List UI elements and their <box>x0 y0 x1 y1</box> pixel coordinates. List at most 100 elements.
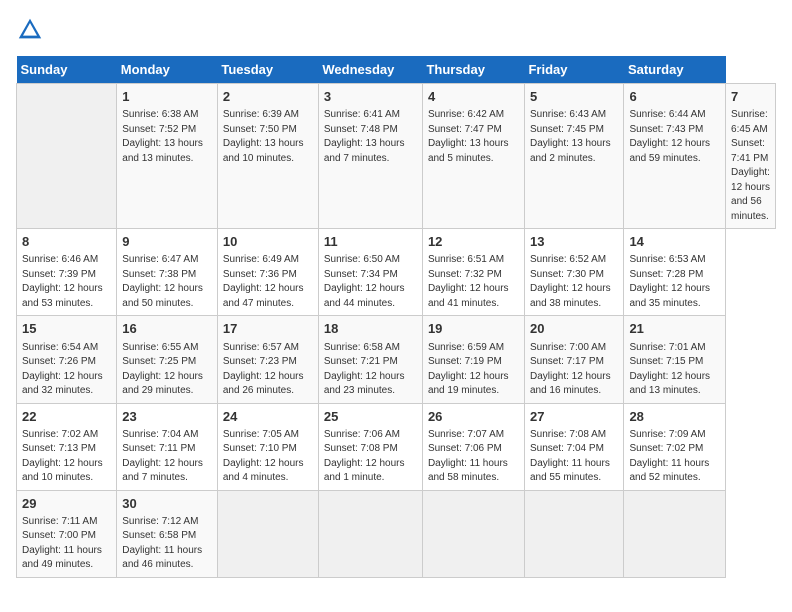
header-row: SundayMondayTuesdayWednesdayThursdayFrid… <box>17 56 776 84</box>
day-cell: 30 Sunrise: 7:12 AM Sunset: 6:58 PM Dayli… <box>117 490 218 577</box>
day-number: 3 <box>324 88 417 106</box>
header-cell-friday: Friday <box>524 56 623 84</box>
day-info: Sunrise: 6:51 AM Sunset: 7:32 PM Dayligh… <box>428 253 519 311</box>
header-cell-tuesday: Tuesday <box>217 56 318 84</box>
header-cell-thursday: Thursday <box>422 56 524 84</box>
day-number: 18 <box>324 320 417 338</box>
day-info: Sunrise: 6:57 AM Sunset: 7:23 PM Dayligh… <box>223 341 313 399</box>
day-cell: 1Sunrise: 6:38 AM Sunset: 7:52 PM Daylig… <box>117 84 218 229</box>
day-cell: 5 Sunrise: 6:43 AM Sunset: 7:45 PM Daylig… <box>524 84 623 229</box>
day-cell: 4 Sunrise: 6:42 AM Sunset: 7:47 PM Daylig… <box>422 84 524 229</box>
day-info: Sunrise: 7:05 AM Sunset: 7:10 PM Dayligh… <box>223 428 313 486</box>
week-row-3: 15 Sunrise: 6:54 AM Sunset: 7:26 PM Dayli… <box>17 316 776 403</box>
day-info: Sunrise: 6:45 AM Sunset: 7:41 PM Dayligh… <box>731 108 770 224</box>
day-cell: 24 Sunrise: 7:05 AM Sunset: 7:10 PM Dayli… <box>217 403 318 490</box>
day-cell: 22 Sunrise: 7:02 AM Sunset: 7:13 PM Dayli… <box>17 403 117 490</box>
day-info: Sunrise: 6:59 AM Sunset: 7:19 PM Dayligh… <box>428 341 519 399</box>
day-cell: 6 Sunrise: 6:44 AM Sunset: 7:43 PM Daylig… <box>624 84 726 229</box>
header-cell-monday: Monday <box>117 56 218 84</box>
day-info: Sunrise: 6:54 AM Sunset: 7:26 PM Dayligh… <box>22 341 111 399</box>
day-info: Sunrise: 6:39 AM Sunset: 7:50 PM Dayligh… <box>223 108 313 166</box>
day-info: Sunrise: 6:44 AM Sunset: 7:43 PM Dayligh… <box>629 108 720 166</box>
day-number: 12 <box>428 233 519 251</box>
day-cell: 12 Sunrise: 6:51 AM Sunset: 7:32 PM Dayli… <box>422 229 524 316</box>
day-info: Sunrise: 7:02 AM Sunset: 7:13 PM Dayligh… <box>22 428 111 486</box>
day-number: 6 <box>629 88 720 106</box>
day-number: 19 <box>428 320 519 338</box>
day-cell: 13Sunrise: 6:52 AM Sunset: 7:30 PM Dayli… <box>524 229 623 316</box>
day-number: 23 <box>122 408 212 426</box>
day-cell: 15 Sunrise: 6:54 AM Sunset: 7:26 PM Dayli… <box>17 316 117 403</box>
week-row-5: 29 Sunrise: 7:11 AM Sunset: 7:00 PM Dayli… <box>17 490 776 577</box>
day-cell: 19 Sunrise: 6:59 AM Sunset: 7:19 PM Dayli… <box>422 316 524 403</box>
day-number: 28 <box>629 408 720 426</box>
day-cell <box>624 490 726 577</box>
day-number: 24 <box>223 408 313 426</box>
logo-icon <box>16 16 44 44</box>
week-row-1: 1Sunrise: 6:38 AM Sunset: 7:52 PM Daylig… <box>17 84 776 229</box>
day-number: 11 <box>324 233 417 251</box>
day-info: Sunrise: 6:53 AM Sunset: 7:28 PM Dayligh… <box>629 253 720 311</box>
day-cell: 18 Sunrise: 6:58 AM Sunset: 7:21 PM Dayli… <box>318 316 422 403</box>
day-info: Sunrise: 7:01 AM Sunset: 7:15 PM Dayligh… <box>629 341 720 399</box>
day-number: 30 <box>122 495 212 513</box>
day-cell: 21 Sunrise: 7:01 AM Sunset: 7:15 PM Dayli… <box>624 316 726 403</box>
day-info: Sunrise: 7:11 AM Sunset: 7:00 PM Dayligh… <box>22 515 111 573</box>
day-cell: 20Sunrise: 7:00 AM Sunset: 7:17 PM Dayli… <box>524 316 623 403</box>
day-cell <box>318 490 422 577</box>
day-cell: 29 Sunrise: 7:11 AM Sunset: 7:00 PM Dayli… <box>17 490 117 577</box>
day-cell: 17 Sunrise: 6:57 AM Sunset: 7:23 PM Dayli… <box>217 316 318 403</box>
header-cell-saturday: Saturday <box>624 56 726 84</box>
day-number: 10 <box>223 233 313 251</box>
header-cell-wednesday: Wednesday <box>318 56 422 84</box>
day-number: 4 <box>428 88 519 106</box>
day-info: Sunrise: 6:50 AM Sunset: 7:34 PM Dayligh… <box>324 253 417 311</box>
day-cell: 16 Sunrise: 6:55 AM Sunset: 7:25 PM Dayli… <box>117 316 218 403</box>
day-cell: 23Sunrise: 7:04 AM Sunset: 7:11 PM Dayli… <box>117 403 218 490</box>
day-info: Sunrise: 7:06 AM Sunset: 7:08 PM Dayligh… <box>324 428 417 486</box>
day-number: 5 <box>530 88 618 106</box>
day-info: Sunrise: 6:58 AM Sunset: 7:21 PM Dayligh… <box>324 341 417 399</box>
day-number: 15 <box>22 320 111 338</box>
day-number: 26 <box>428 408 519 426</box>
day-number: 17 <box>223 320 313 338</box>
day-info: Sunrise: 6:43 AM Sunset: 7:45 PM Dayligh… <box>530 108 618 166</box>
header-cell-sunday: Sunday <box>17 56 117 84</box>
day-cell: 2 Sunrise: 6:39 AM Sunset: 7:50 PM Daylig… <box>217 84 318 229</box>
day-number: 29 <box>22 495 111 513</box>
day-number: 21 <box>629 320 720 338</box>
week-row-4: 22 Sunrise: 7:02 AM Sunset: 7:13 PM Dayli… <box>17 403 776 490</box>
day-cell <box>217 490 318 577</box>
logo <box>16 16 48 44</box>
day-info: Sunrise: 7:07 AM Sunset: 7:06 PM Dayligh… <box>428 428 519 486</box>
day-cell: 7Sunrise: 6:45 AM Sunset: 7:41 PM Daylig… <box>726 84 776 229</box>
day-info: Sunrise: 6:49 AM Sunset: 7:36 PM Dayligh… <box>223 253 313 311</box>
day-info: Sunrise: 6:41 AM Sunset: 7:48 PM Dayligh… <box>324 108 417 166</box>
day-cell: 27Sunrise: 7:08 AM Sunset: 7:04 PM Dayli… <box>524 403 623 490</box>
day-number: 1 <box>122 88 212 106</box>
day-cell: 3 Sunrise: 6:41 AM Sunset: 7:48 PM Daylig… <box>318 84 422 229</box>
day-cell: 9 Sunrise: 6:47 AM Sunset: 7:38 PM Daylig… <box>117 229 218 316</box>
day-cell: 28Sunrise: 7:09 AM Sunset: 7:02 PM Dayli… <box>624 403 726 490</box>
day-number: 13 <box>530 233 618 251</box>
day-number: 2 <box>223 88 313 106</box>
day-number: 22 <box>22 408 111 426</box>
day-cell: 10 Sunrise: 6:49 AM Sunset: 7:36 PM Dayli… <box>217 229 318 316</box>
calendar-table: SundayMondayTuesdayWednesdayThursdayFrid… <box>16 56 776 578</box>
day-number: 8 <box>22 233 111 251</box>
page-header <box>16 16 776 44</box>
day-cell <box>524 490 623 577</box>
day-number: 20 <box>530 320 618 338</box>
day-number: 25 <box>324 408 417 426</box>
day-number: 27 <box>530 408 618 426</box>
day-info: Sunrise: 7:12 AM Sunset: 6:58 PM Dayligh… <box>122 515 212 573</box>
day-cell <box>422 490 524 577</box>
day-cell <box>17 84 117 229</box>
day-cell: 25 Sunrise: 7:06 AM Sunset: 7:08 PM Dayli… <box>318 403 422 490</box>
day-info: Sunrise: 6:46 AM Sunset: 7:39 PM Dayligh… <box>22 253 111 311</box>
day-number: 16 <box>122 320 212 338</box>
day-number: 9 <box>122 233 212 251</box>
day-info: Sunrise: 6:47 AM Sunset: 7:38 PM Dayligh… <box>122 253 212 311</box>
day-info: Sunrise: 6:55 AM Sunset: 7:25 PM Dayligh… <box>122 341 212 399</box>
day-info: Sunrise: 6:42 AM Sunset: 7:47 PM Dayligh… <box>428 108 519 166</box>
